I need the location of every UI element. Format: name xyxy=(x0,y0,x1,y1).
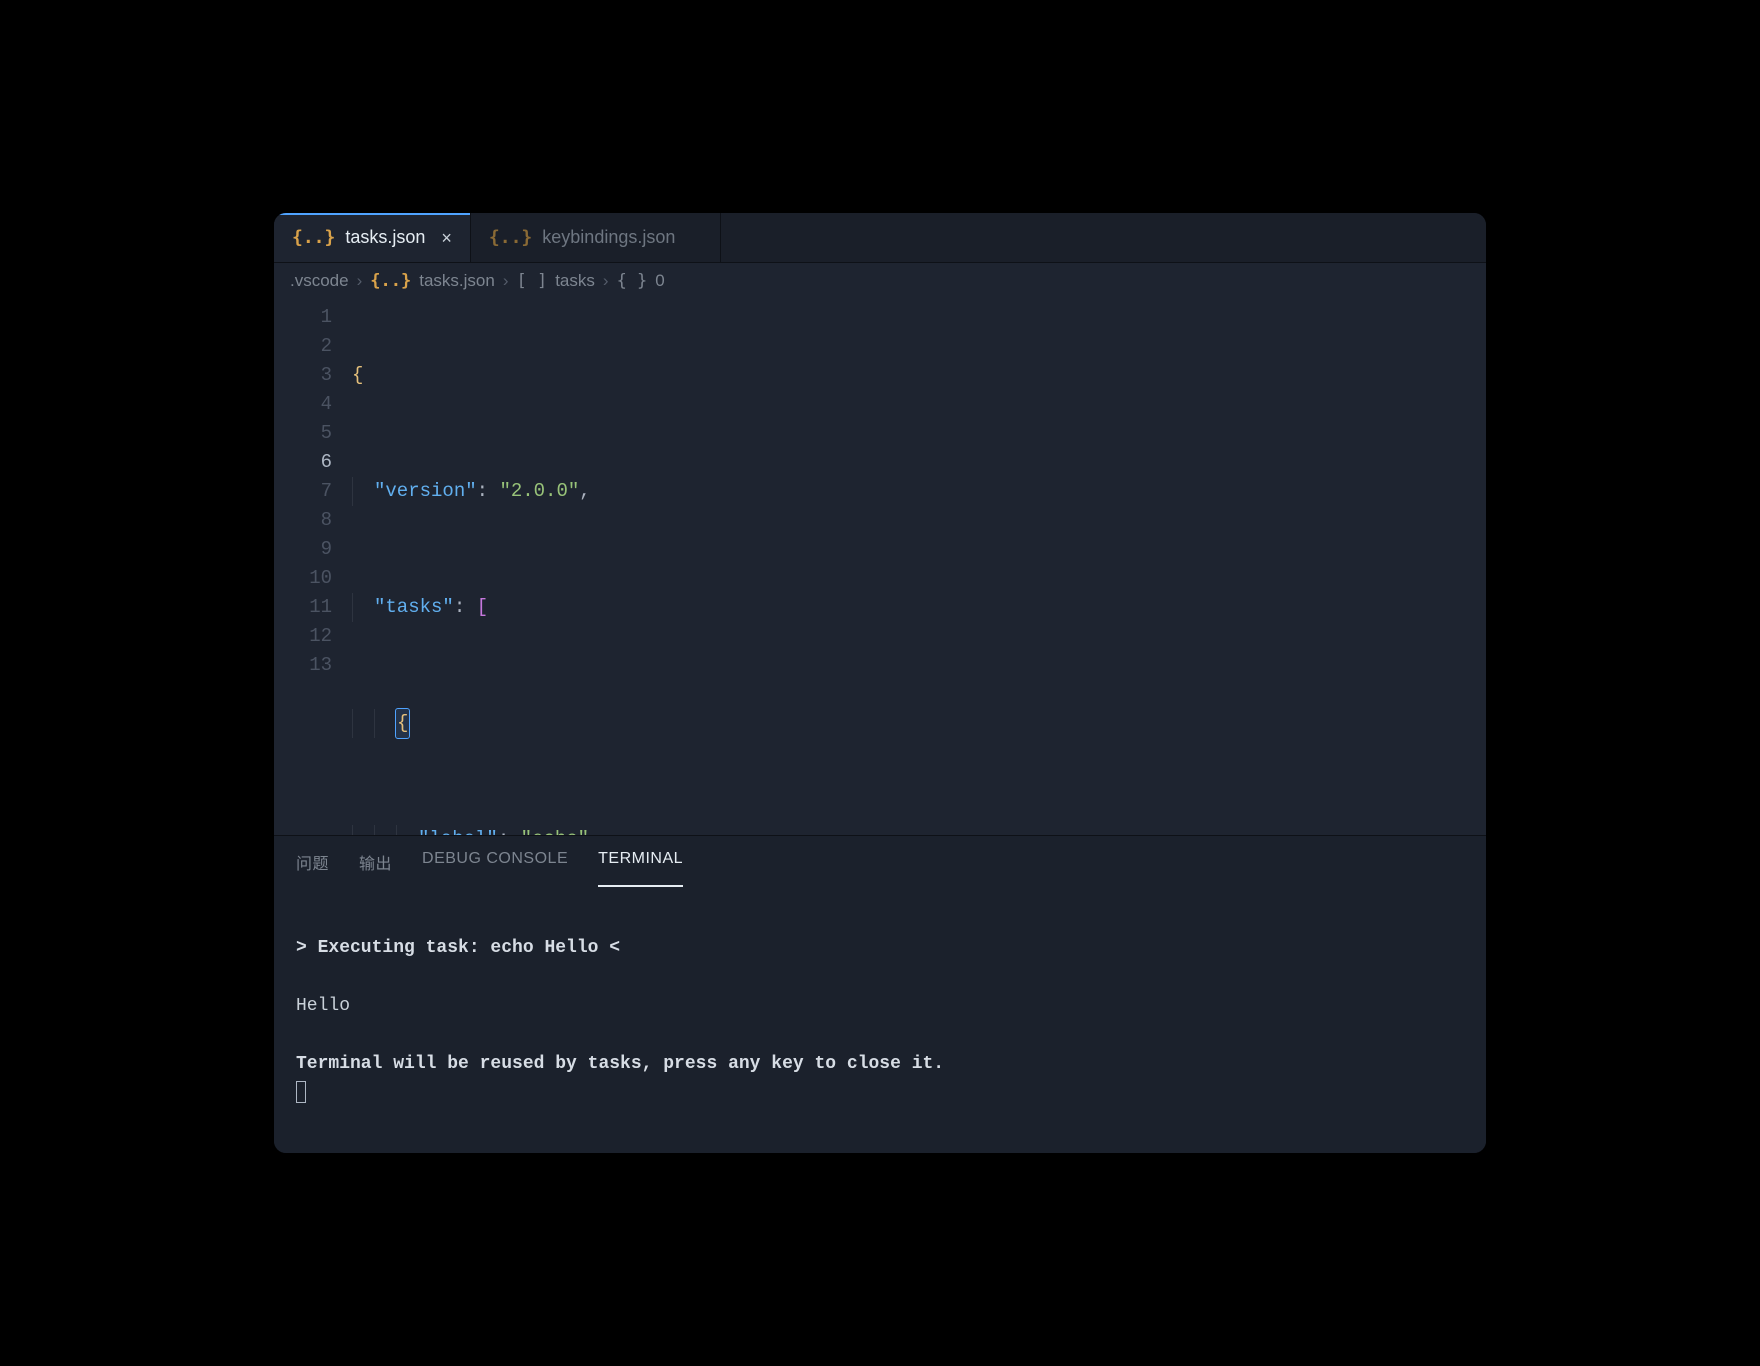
line-number: 3 xyxy=(274,361,332,390)
editor-window: {..} tasks.json × {..} keybindings.json … xyxy=(274,213,1486,1153)
line-number: 1 xyxy=(274,303,332,332)
code-line[interactable]: { xyxy=(352,709,1486,738)
line-number: 11 xyxy=(274,593,332,622)
code-line[interactable]: "tasks": [ xyxy=(352,593,1486,622)
line-number: 13 xyxy=(274,651,332,680)
close-icon[interactable]: × xyxy=(441,229,452,247)
breadcrumb-symbol[interactable]: 0 xyxy=(655,271,664,291)
line-number: 12 xyxy=(274,622,332,651)
code-content[interactable]: { "version": "2.0.0", "tasks": [ { "labe… xyxy=(352,299,1486,835)
line-number-gutter: 1 2 3 4 5 6 7 8 9 10 11 12 13 xyxy=(274,299,352,835)
chevron-right-icon: › xyxy=(603,271,609,291)
terminal-line: Terminal will be reused by tasks, press … xyxy=(296,1054,944,1074)
terminal-line: Hello xyxy=(296,996,350,1016)
chevron-right-icon: › xyxy=(357,271,363,291)
terminal-cursor xyxy=(296,1081,306,1103)
code-line[interactable]: { xyxy=(352,361,1486,390)
code-editor[interactable]: 1 2 3 4 5 6 7 8 9 10 11 12 13 { "version… xyxy=(274,299,1486,835)
line-number: 5 xyxy=(274,419,332,448)
array-icon: [ ] xyxy=(516,271,547,291)
breadcrumb[interactable]: .vscode › {..} tasks.json › [ ] tasks › … xyxy=(274,263,1486,299)
line-number: 8 xyxy=(274,506,332,535)
breadcrumb-file[interactable]: tasks.json xyxy=(419,271,495,291)
panel-tab-bar: 问题 输出 DEBUG CONSOLE TERMINAL xyxy=(274,836,1486,887)
matching-bracket-open: { xyxy=(396,709,409,738)
bottom-panel: 问题 输出 DEBUG CONSOLE TERMINAL > Executing… xyxy=(274,835,1486,1153)
line-number: 9 xyxy=(274,535,332,564)
panel-tab-debug-console[interactable]: DEBUG CONSOLE xyxy=(422,850,568,886)
line-number: 4 xyxy=(274,390,332,419)
breadcrumb-symbol[interactable]: tasks xyxy=(555,271,595,291)
terminal-output[interactable]: > Executing task: echo Hello < Hello Ter… xyxy=(274,887,1486,1153)
line-number: 7 xyxy=(274,477,332,506)
json-file-icon: {..} xyxy=(370,271,411,291)
panel-tab-output[interactable]: 输出 xyxy=(359,850,392,886)
tab-label: tasks.json xyxy=(345,227,425,248)
json-file-icon: {..} xyxy=(292,227,335,248)
tab-label: keybindings.json xyxy=(542,227,675,248)
panel-tab-problems[interactable]: 问题 xyxy=(296,850,329,886)
chevron-right-icon: › xyxy=(503,271,509,291)
breadcrumb-folder[interactable]: .vscode xyxy=(290,271,349,291)
tab-bar: {..} tasks.json × {..} keybindings.json … xyxy=(274,213,1486,263)
panel-tab-terminal[interactable]: TERMINAL xyxy=(598,850,683,887)
terminal-line: > Executing task: echo Hello < xyxy=(296,938,620,958)
line-number: 2 xyxy=(274,332,332,361)
json-file-icon: {..} xyxy=(489,227,532,248)
code-line[interactable]: "label": "echo", xyxy=(352,825,1486,835)
code-line[interactable]: "version": "2.0.0", xyxy=(352,477,1486,506)
line-number: 6 xyxy=(274,448,332,477)
tab-keybindings-json[interactable]: {..} keybindings.json × xyxy=(471,213,721,262)
object-icon: { } xyxy=(617,271,648,291)
tab-tasks-json[interactable]: {..} tasks.json × xyxy=(274,213,471,262)
line-number: 10 xyxy=(274,564,332,593)
